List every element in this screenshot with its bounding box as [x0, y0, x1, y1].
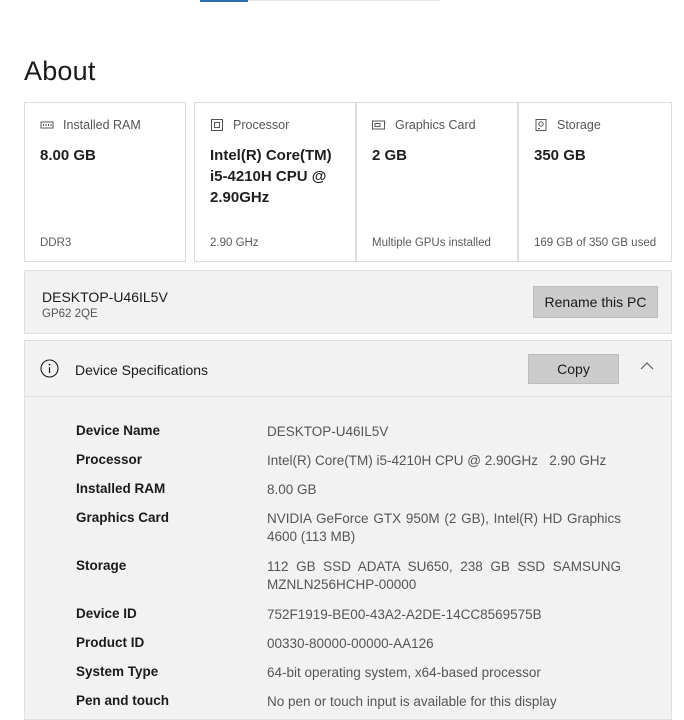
spec-value: 00330-80000-00000-AA126 — [267, 636, 434, 651]
device-model: GP62 2QE — [42, 308, 98, 320]
summary-cards: Installed RAM 8.00 GB DDR3 Processor Int… — [24, 102, 672, 262]
processor-card: Processor Intel(R) Core(TM) i5-4210H CPU… — [194, 102, 356, 262]
page-title: About — [24, 56, 96, 86]
spec-value: NVIDIA GeForce GTX 950M (2 GB), Intel(R)… — [267, 511, 621, 544]
spec-value: Intel(R) Core(TM) i5-4210H CPU @ 2.90GHz… — [267, 453, 607, 468]
card-footer: DDR3 — [40, 237, 72, 249]
installed-ram-card: Installed RAM 8.00 GB DDR3 — [24, 102, 186, 262]
spec-value: DESKTOP-U46IL5V — [267, 424, 389, 439]
copy-button[interactable]: Copy — [528, 354, 619, 384]
card-value: 8.00 GB — [40, 147, 96, 164]
card-footer: 2.90 GHz — [210, 237, 259, 249]
device-name-panel: DESKTOP-U46IL5V GP62 2QE Rename this PC — [24, 270, 672, 334]
spec-key: Product ID — [76, 635, 145, 650]
spec-key: Installed RAM — [76, 481, 166, 496]
spec-value: 64-bit operating system, x64-based proce… — [267, 665, 541, 680]
graphics-card-card: Graphics Card 2 GB Multiple GPUs install… — [356, 102, 518, 262]
active-tab-indicator — [200, 0, 248, 2]
ram-icon — [40, 121, 54, 129]
spec-value: No pen or touch input is available for t… — [267, 694, 557, 709]
card-label: Processor — [233, 118, 290, 132]
spec-key: Device Name — [76, 423, 161, 438]
device-name: DESKTOP-U46IL5V — [42, 289, 168, 305]
rename-pc-button[interactable]: Rename this PC — [533, 286, 658, 318]
device-specifications-panel: Device Specifications Copy Device Name D… — [24, 340, 672, 720]
device-specifications-title: Device Specifications — [75, 362, 209, 378]
spec-value: 112 GB SSD ADATA SU650, 238 GB SSD SAMSU… — [267, 559, 621, 592]
storage-icon — [535, 119, 547, 131]
card-label: Graphics Card — [395, 118, 476, 132]
card-value: 350 GB — [534, 147, 586, 164]
card-value: 2 GB — [372, 147, 408, 164]
card-footer: 169 GB of 350 GB used — [534, 237, 657, 249]
card-value: Intel(R) Core(TM) i5-4210H CPU @ 2.90GHz — [210, 147, 332, 206]
processor-icon — [211, 119, 223, 131]
spec-key: Processor — [76, 452, 143, 467]
info-icon — [40, 359, 59, 378]
tab-strip-line — [248, 0, 440, 1]
card-label: Installed RAM — [63, 118, 141, 132]
device-specifications-header[interactable]: Device Specifications Copy — [25, 341, 671, 397]
spec-key: Storage — [76, 558, 127, 573]
spec-value: 752F1919-BE00-43A2-A2DE-14CC8569575B — [267, 607, 542, 622]
spec-key: Device ID — [76, 606, 137, 621]
graphics-card-icon — [372, 120, 386, 130]
card-footer: Multiple GPUs installed — [372, 237, 491, 249]
spec-value: 8.00 GB — [267, 482, 317, 497]
spec-key: Graphics Card — [76, 510, 170, 525]
spec-key: Pen and touch — [76, 693, 170, 708]
chevron-up-icon[interactable] — [640, 361, 654, 371]
card-label: Storage — [557, 118, 601, 132]
storage-card: Storage 350 GB 169 GB of 350 GB used — [518, 102, 672, 262]
spec-key: System Type — [76, 664, 159, 679]
